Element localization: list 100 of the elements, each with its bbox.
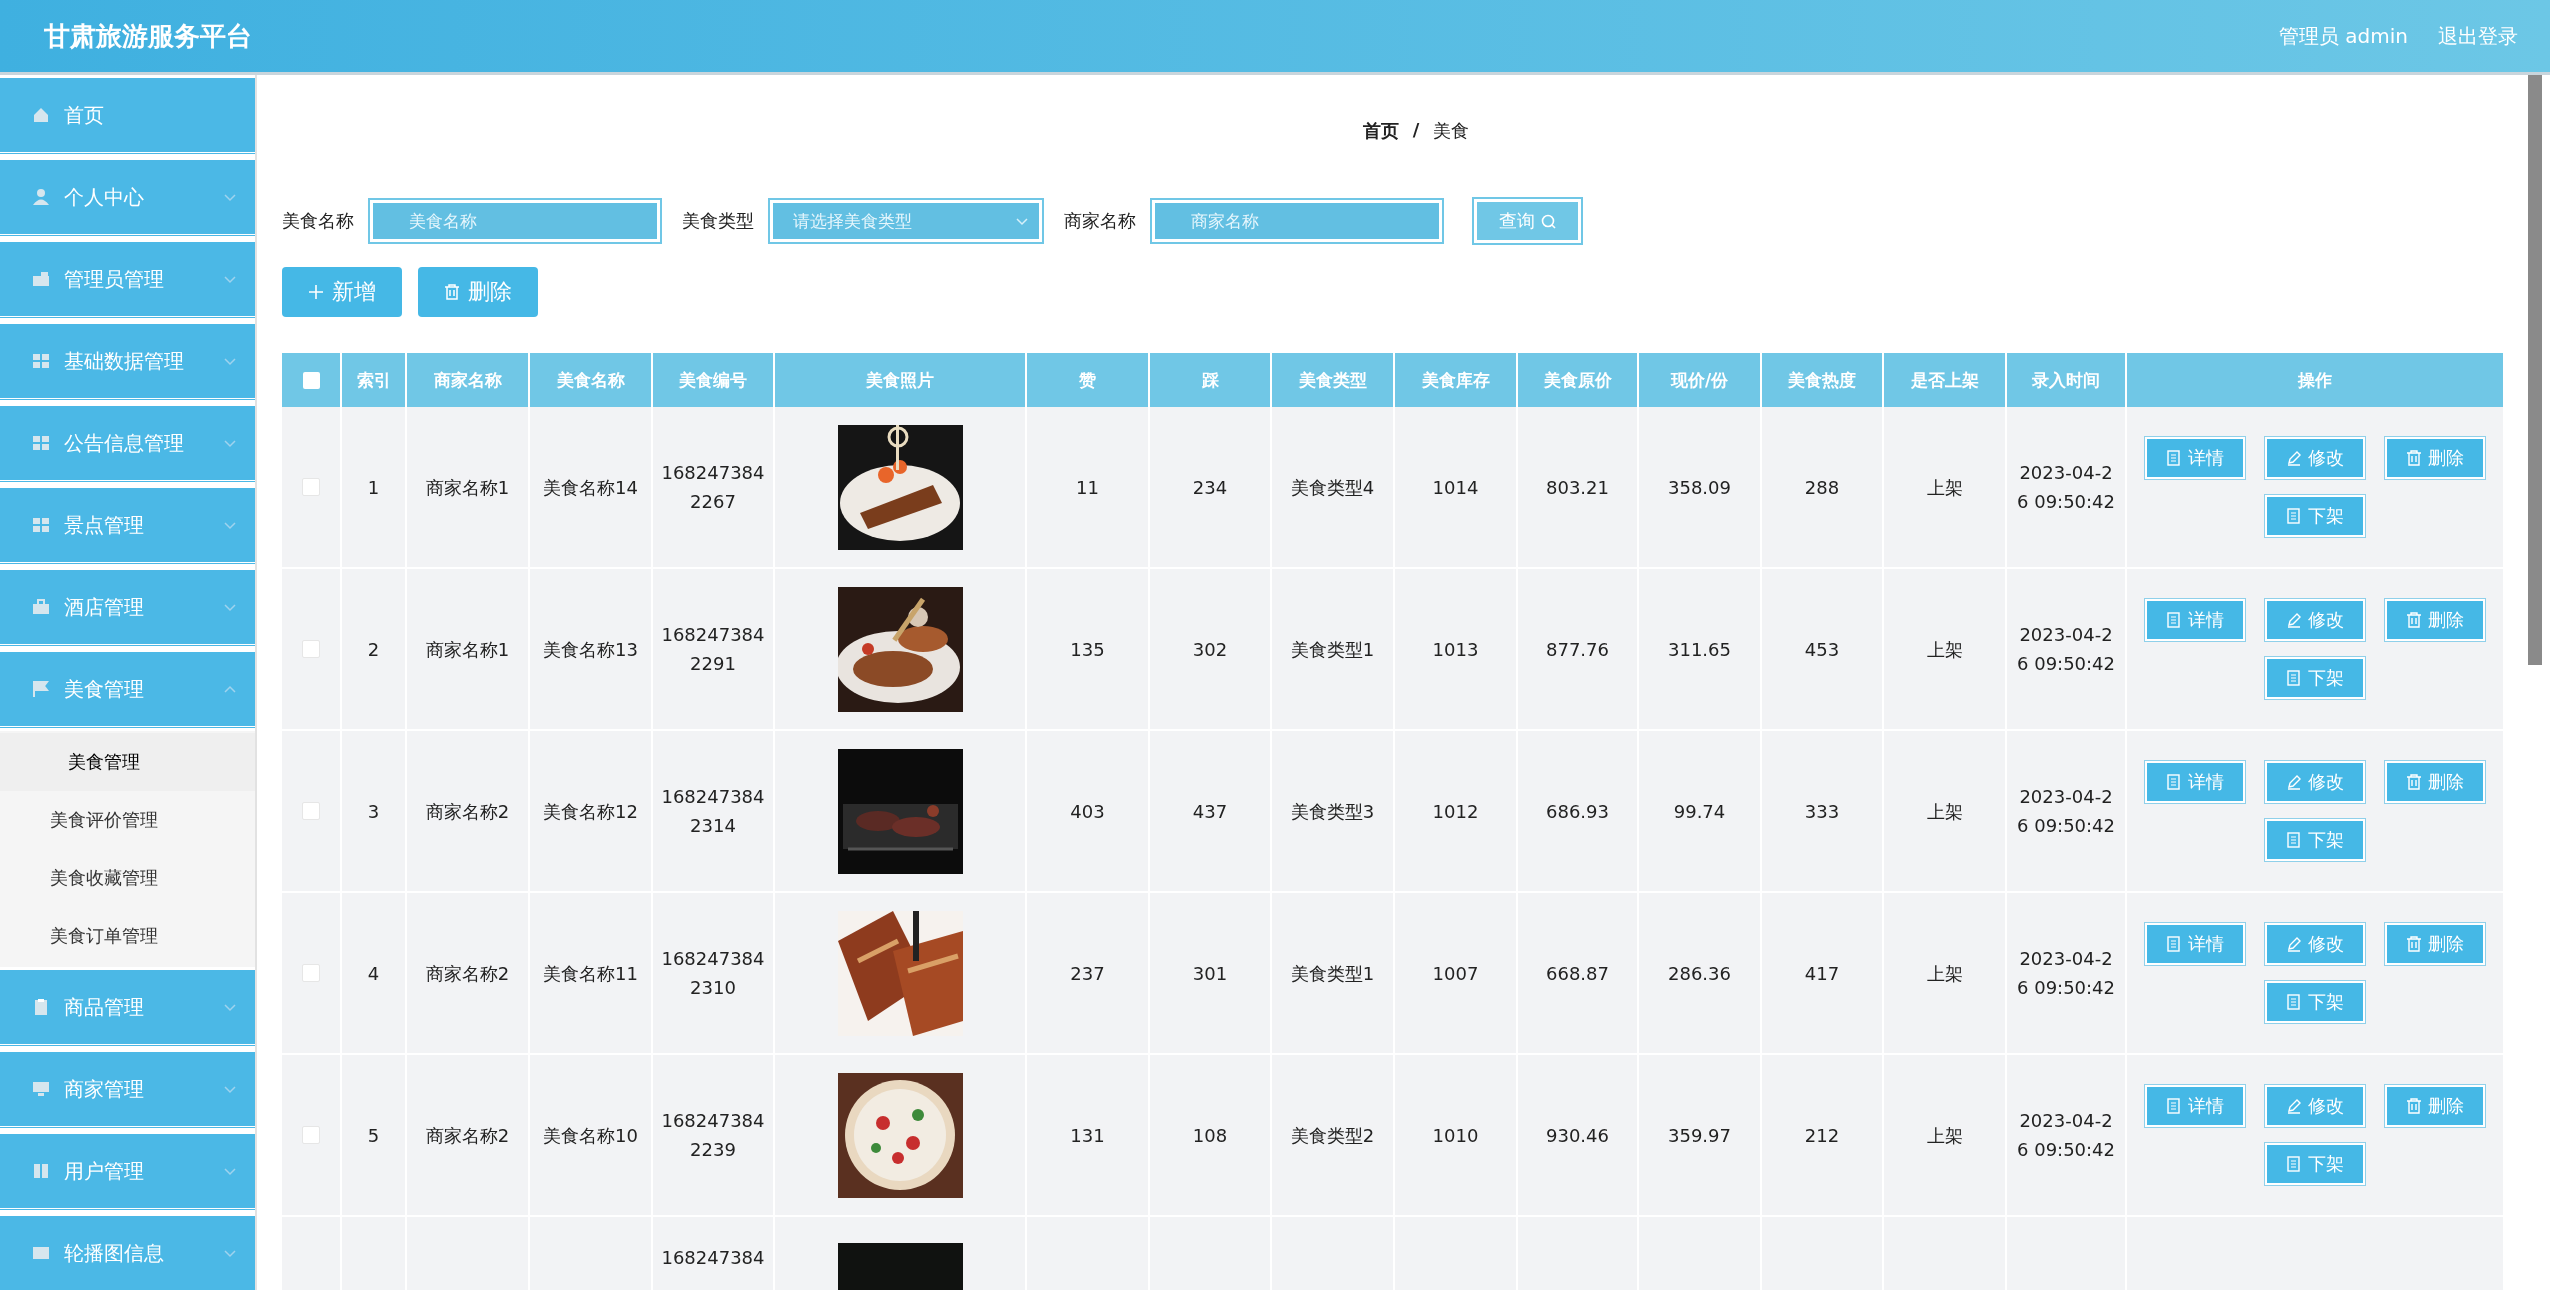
- delete-button[interactable]: 删除: [2385, 437, 2485, 479]
- table-cell-text: 333: [1803, 799, 1841, 824]
- document-icon: [2286, 1156, 2302, 1172]
- field-label: 美食名称: [282, 209, 354, 233]
- menu-item[interactable]: 商家管理: [0, 1049, 255, 1129]
- add-button[interactable]: 新增: [282, 267, 402, 317]
- document-icon: [2166, 612, 2182, 628]
- delete-button[interactable]: 删除: [2385, 599, 2485, 641]
- pencil-icon: [2286, 936, 2302, 952]
- input-field[interactable]: 美食名称: [370, 200, 660, 242]
- field-label: 美食类型: [682, 209, 754, 233]
- trash-icon: [2406, 936, 2422, 952]
- table-cell-text: 美食类型1: [1289, 637, 1376, 662]
- unlist-button[interactable]: 下架: [2265, 981, 2365, 1023]
- select-all-checkbox[interactable]: [302, 371, 320, 389]
- edit-button[interactable]: 修改: [2265, 599, 2365, 641]
- menu-item[interactable]: 景点管理: [0, 485, 255, 565]
- menu-item[interactable]: 首页: [0, 75, 255, 155]
- row-checkbox[interactable]: [302, 964, 320, 982]
- table-cell-text: 2023-04-26 09:50:42: [2016, 785, 2116, 838]
- row-checkbox[interactable]: [302, 802, 320, 820]
- table-cell-text: 上架: [1925, 637, 1964, 662]
- unlist-button[interactable]: 下架: [2265, 819, 2365, 861]
- menu-item[interactable]: 美食管理: [0, 649, 255, 729]
- row-checkbox[interactable]: [302, 478, 320, 496]
- submenu-item[interactable]: 美食评价管理: [0, 791, 255, 849]
- row-checkbox[interactable]: [302, 640, 320, 658]
- document-icon: [2286, 832, 2302, 848]
- table-cell-text: 美食名称11: [542, 961, 639, 986]
- document-icon: [2286, 994, 2302, 1010]
- logout-link[interactable]: 退出登录: [2438, 22, 2518, 50]
- table-cell-text: 2023-04-26 09:50:42: [2016, 1109, 2116, 1162]
- table-cell-text: 686.93: [1545, 799, 1610, 824]
- menu-item[interactable]: 商品管理: [0, 967, 255, 1047]
- input-field[interactable]: 商家名称: [1152, 200, 1442, 242]
- table-cell-text: 2: [366, 637, 381, 662]
- menu-item[interactable]: 用户管理: [0, 1131, 255, 1211]
- app-title: 甘肃旅游服务平台: [44, 19, 253, 53]
- table-cell-text: 4: [366, 961, 381, 986]
- flag-icon: [32, 680, 50, 698]
- menu-item[interactable]: 公告信息管理: [0, 403, 255, 483]
- details-button[interactable]: 详情: [2145, 599, 2245, 641]
- select-field[interactable]: 请选择美食类型: [770, 200, 1042, 242]
- breadcrumb-item[interactable]: 首页: [1362, 119, 1399, 159]
- scrollbar[interactable]: [2528, 75, 2542, 665]
- table-cell-text: 商家名称2: [424, 961, 511, 986]
- submenu-item[interactable]: 美食管理: [0, 733, 255, 791]
- unlist-button[interactable]: 下架: [2265, 657, 2365, 699]
- document-icon: [2166, 774, 2182, 790]
- menu-item[interactable]: 基础数据管理: [0, 321, 255, 401]
- pencil-icon: [2286, 1098, 2302, 1114]
- table-cell-text: 美食名称13: [542, 637, 639, 662]
- chevron-icon: [1016, 217, 1028, 226]
- edit-button[interactable]: 修改: [2265, 1085, 2365, 1127]
- menu-item[interactable]: 管理员管理: [0, 239, 255, 319]
- delete-button[interactable]: 删除: [418, 267, 538, 317]
- delete-button[interactable]: 删除: [2385, 923, 2485, 965]
- menu-item[interactable]: 酒店管理: [0, 567, 255, 647]
- table-cell-text: 1013: [1431, 637, 1480, 662]
- search-icon: [1541, 213, 1556, 229]
- menu-item[interactable]: 个人中心: [0, 157, 255, 237]
- submenu-item[interactable]: 美食收藏管理: [0, 849, 255, 907]
- monitor-icon: [32, 1080, 50, 1098]
- search-button[interactable]: 查询: [1474, 199, 1581, 243]
- document-icon: [2166, 450, 2182, 466]
- table-cell-text: 美食类型1: [1289, 961, 1376, 986]
- details-button[interactable]: 详情: [2145, 923, 2245, 965]
- details-button[interactable]: 详情: [2145, 761, 2245, 803]
- row-checkbox[interactable]: [302, 1126, 320, 1144]
- table-cell-text: 286.36: [1667, 961, 1732, 986]
- delete-button[interactable]: 删除: [2385, 1085, 2485, 1127]
- edit-button[interactable]: 修改: [2265, 761, 2365, 803]
- table-cell-text: 311.65: [1667, 637, 1732, 662]
- delete-button[interactable]: 删除: [2385, 761, 2485, 803]
- submenu-item[interactable]: 美食订单管理: [0, 907, 255, 965]
- unlist-button[interactable]: 下架: [2265, 495, 2365, 537]
- user-label: 管理员 admin: [2278, 22, 2408, 50]
- table-cell-text: 美食名称10: [542, 1123, 639, 1148]
- unlist-button[interactable]: 下架: [2265, 1143, 2365, 1185]
- breadcrumb-item: 美食: [1433, 119, 1470, 143]
- table-cell-text: 358.09: [1667, 475, 1732, 500]
- table-cell-text: 453: [1803, 637, 1841, 662]
- table-cell-text: 877.76: [1545, 637, 1610, 662]
- edit-button[interactable]: 修改: [2265, 437, 2365, 479]
- table-cell-text: 212: [1803, 1123, 1841, 1148]
- table-cell-text: 1682473842267: [660, 461, 766, 514]
- details-button[interactable]: 详情: [2145, 437, 2245, 479]
- menu-item[interactable]: 轮播图信息: [0, 1213, 255, 1290]
- table-cell-text: 1: [366, 475, 381, 500]
- edit-button[interactable]: 修改: [2265, 923, 2365, 965]
- table-cell-text: 美食名称12: [542, 799, 639, 824]
- table-cell-text: 上架: [1925, 799, 1964, 824]
- trash-icon: [2406, 774, 2422, 790]
- table-cell-text: 417: [1803, 961, 1841, 986]
- details-button[interactable]: 详情: [2145, 1085, 2245, 1127]
- table-cell-text: 2023-04-26 09:50:42: [2016, 947, 2116, 1000]
- table-cell-text: 131: [1069, 1123, 1106, 1148]
- grid-icon: [32, 352, 50, 370]
- table-cell-text: 2023-04-26 09:50:42: [2016, 623, 2116, 676]
- table-cell-text: 1682473842239: [660, 1109, 766, 1162]
